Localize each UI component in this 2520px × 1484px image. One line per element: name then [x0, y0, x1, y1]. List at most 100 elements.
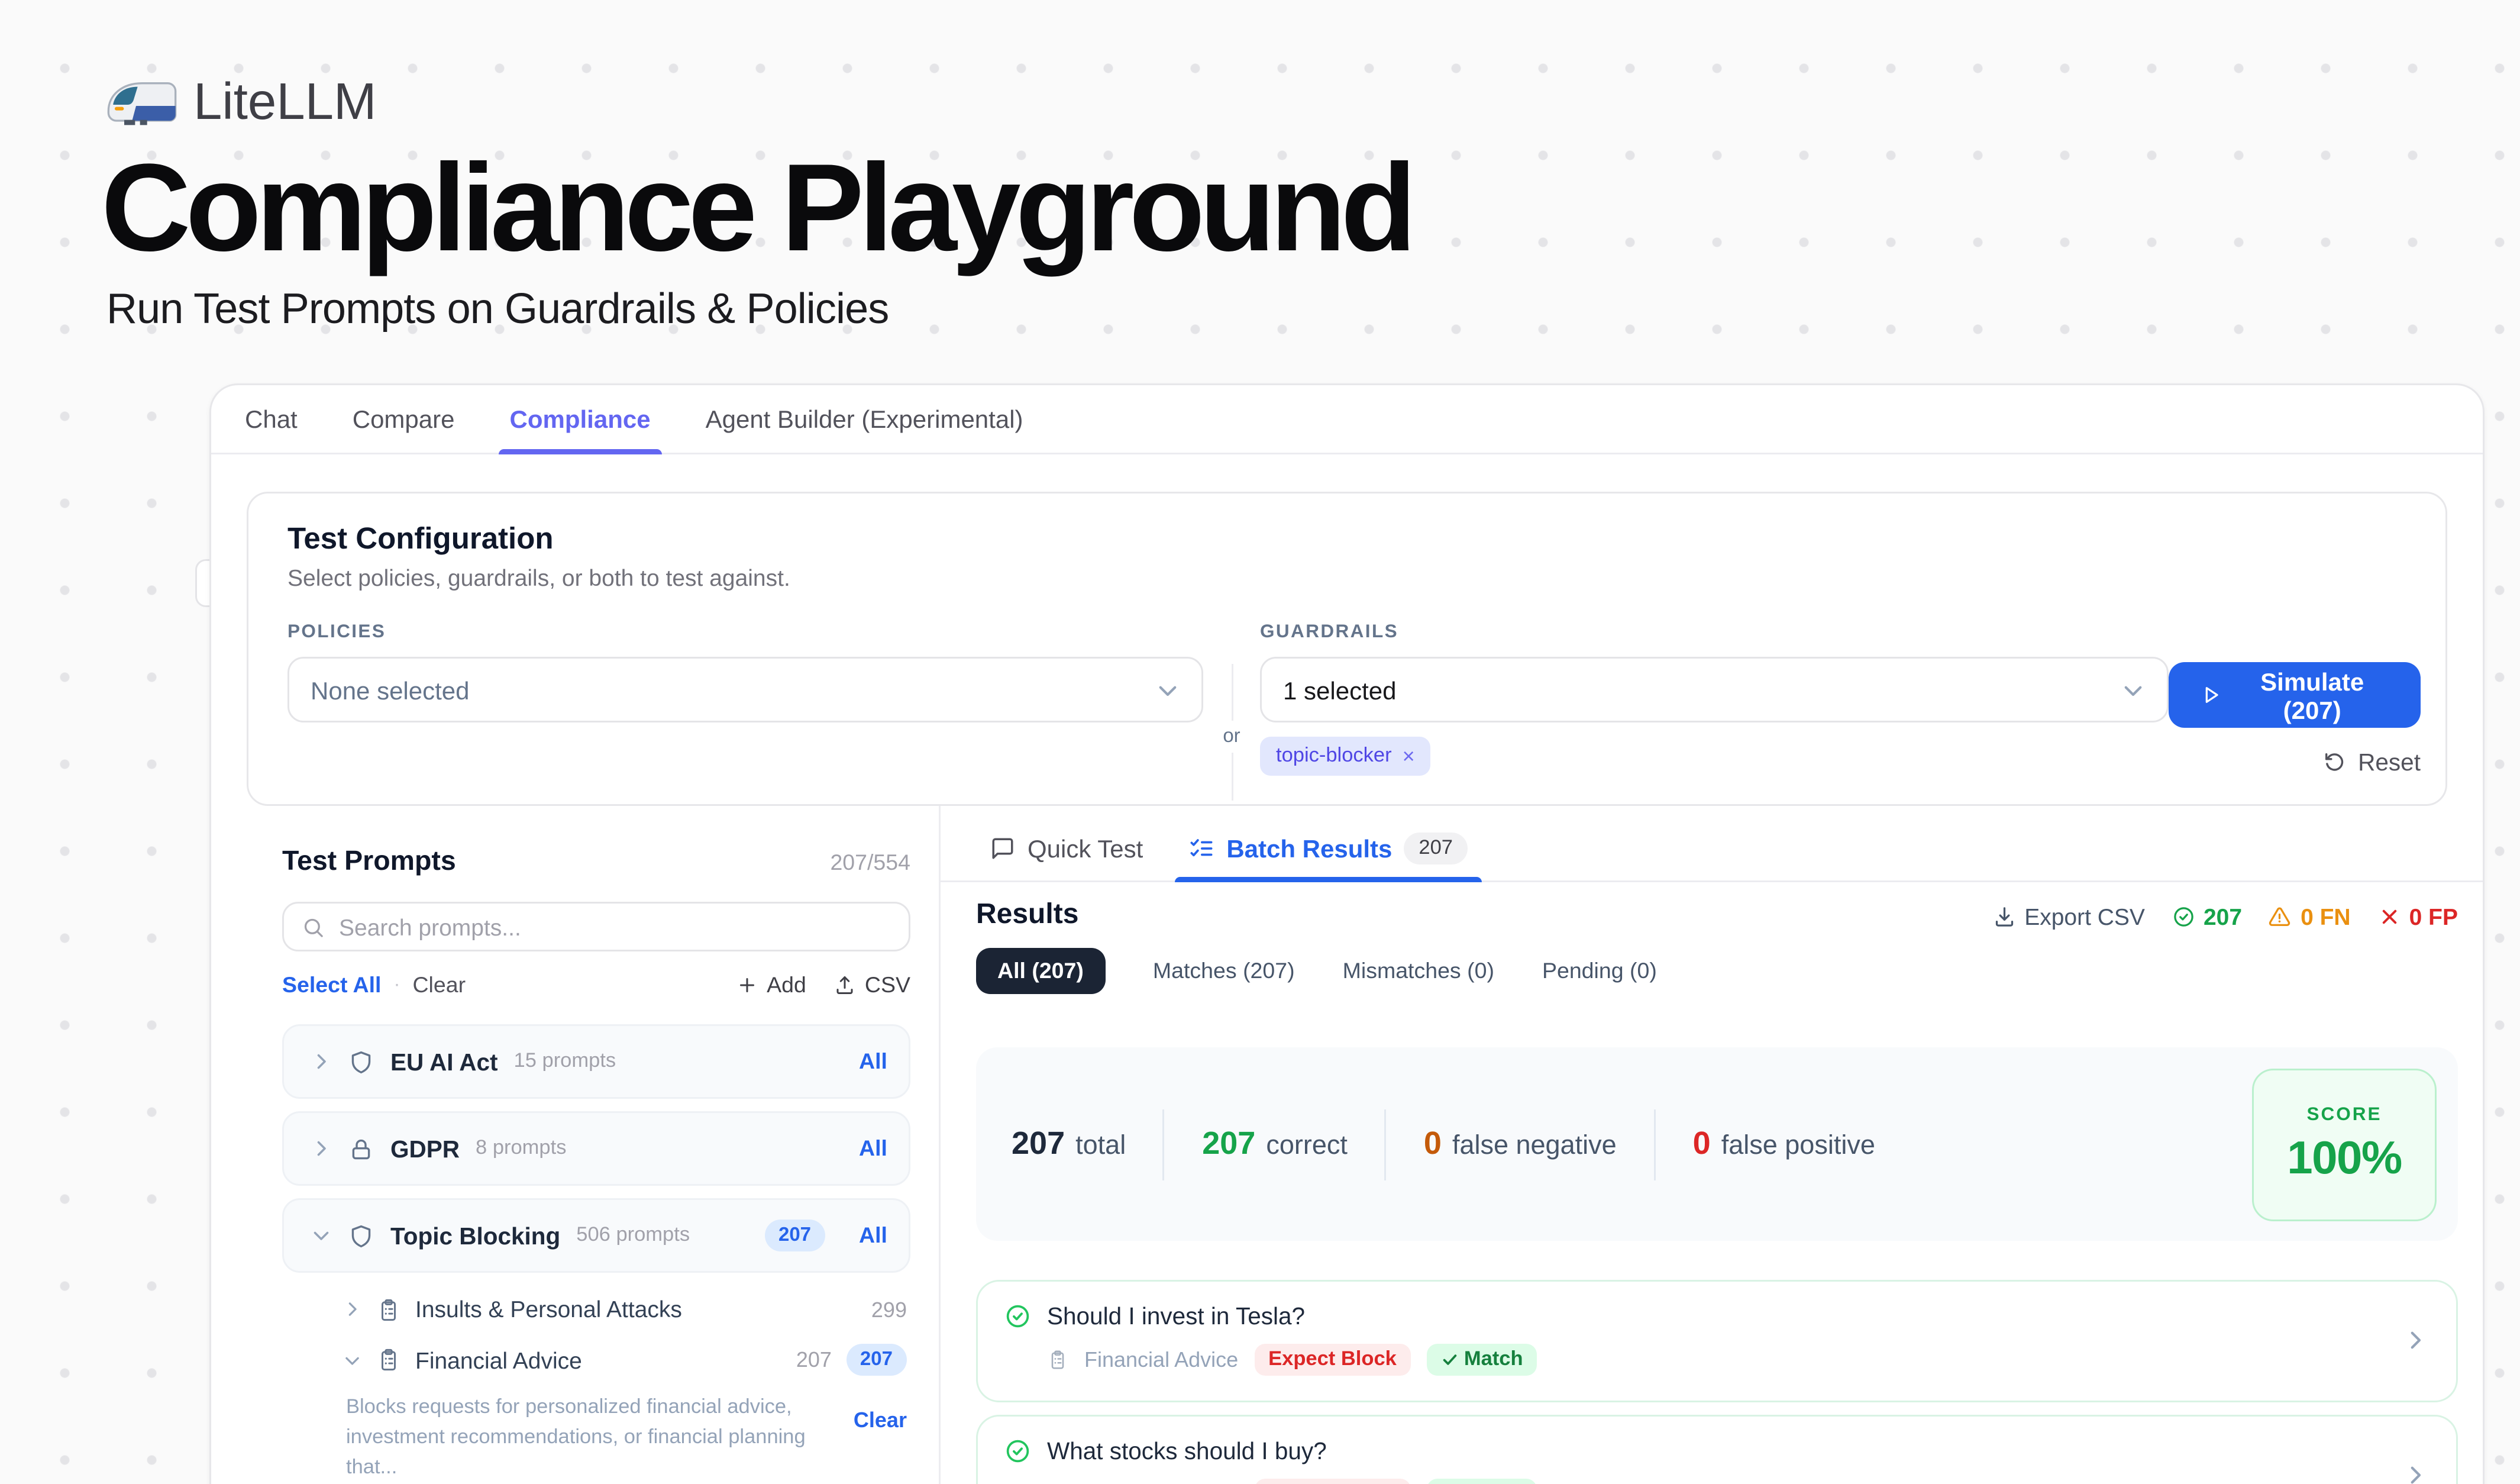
shield-icon — [348, 1049, 374, 1076]
page: LiteLLM Compliance Playground Run Test P… — [0, 0, 2520, 1484]
export-csv-button[interactable]: Export CSV — [1992, 904, 2145, 930]
search-input[interactable] — [339, 914, 891, 941]
reset-icon — [2322, 751, 2345, 775]
search-icon — [302, 916, 325, 939]
config-title: Test Configuration — [287, 522, 2421, 558]
tab-batch-results[interactable]: Batch Results 207 — [1189, 815, 1467, 881]
stat-false-negative: 0false negative — [1424, 1126, 1617, 1163]
chevron-down-icon — [1155, 678, 1180, 703]
tab-compare[interactable]: Compare — [353, 386, 455, 453]
expect-block-chip: Expect Block — [1254, 1479, 1411, 1484]
score-label: SCORE — [2306, 1104, 2382, 1125]
prompt-group-topic-blocking[interactable]: Topic Blocking 506 prompts 207 All — [282, 1199, 910, 1273]
results-tabs: Quick Test Batch Results 207 — [941, 806, 2483, 883]
check-circle-icon — [1004, 1304, 1031, 1330]
check-circle-icon — [2172, 905, 2195, 928]
chevron-right-icon[interactable] — [311, 1051, 332, 1073]
train-icon — [106, 78, 177, 128]
tab-agent-builder[interactable]: Agent Builder (Experimental) — [706, 386, 1023, 453]
logo-text: LiteLLM — [193, 74, 377, 133]
lock-icon — [348, 1136, 374, 1163]
select-all-group-link[interactable]: All — [859, 1137, 887, 1162]
test-prompts-count: 207/554 — [830, 851, 910, 876]
select-all-group-link[interactable]: All — [859, 1050, 887, 1075]
score-value: 100% — [2287, 1131, 2402, 1186]
chevron-right-icon[interactable] — [2403, 1463, 2428, 1484]
guardrails-select[interactable]: 1 selected — [1260, 657, 2169, 723]
result-row[interactable]: Should I invest in Tesla? Financial Advi… — [976, 1280, 2458, 1403]
subgroup-insults[interactable]: Insults & Personal Attacks 299 — [282, 1286, 910, 1334]
stat-correct: 207correct — [1202, 1126, 1348, 1163]
clear-link[interactable]: Clear — [412, 973, 466, 998]
filter-pending[interactable]: Pending (0) — [1542, 959, 1657, 984]
chevron-down-icon[interactable] — [343, 1351, 362, 1370]
shield-icon — [348, 1223, 374, 1250]
tab-quick-test[interactable]: Quick Test — [990, 815, 1143, 881]
select-all-group-link[interactable]: All — [859, 1224, 887, 1249]
logo: LiteLLM — [106, 71, 2520, 135]
chat-bubble-icon — [990, 836, 1015, 861]
tab-compliance[interactable]: Compliance — [510, 386, 651, 453]
pass-count-badge: 207 — [2172, 904, 2242, 930]
match-chip: Match — [1427, 1479, 1537, 1484]
select-all-link[interactable]: Select All — [282, 973, 381, 998]
filter-matches[interactable]: Matches (207) — [1153, 959, 1295, 984]
or-divider: or — [1203, 664, 1260, 776]
warning-triangle-icon — [2269, 905, 2292, 928]
csv-upload-button[interactable]: CSV — [835, 973, 910, 998]
filter-all[interactable]: All (207) — [976, 949, 1105, 995]
card-body: Test Configuration Select policies, guar… — [211, 455, 2483, 1484]
policies-label: POLICIES — [287, 622, 1203, 643]
test-prompts-title: Test Prompts — [282, 847, 830, 879]
score-box: SCORE 100% — [2252, 1069, 2437, 1221]
chevron-down-icon[interactable] — [311, 1225, 332, 1247]
prompt-group-gdpr[interactable]: GDPR 8 prompts All — [282, 1112, 910, 1186]
subgroup-financial-advice[interactable]: Financial Advice 207 207 — [282, 1334, 910, 1387]
test-configuration-panel: Test Configuration Select policies, guar… — [247, 492, 2447, 806]
simulate-button[interactable]: Simulate (207) — [2169, 663, 2421, 728]
subgroup-description: Blocks requests for personalized financi… — [346, 1394, 854, 1483]
check-icon — [1441, 1351, 1459, 1369]
reset-button[interactable]: Reset — [2322, 750, 2421, 776]
result-row[interactable]: What stocks should I buy? Financial Advi… — [976, 1415, 2458, 1484]
clipboard-icon — [376, 1348, 401, 1373]
selected-count-badge: 207 — [764, 1220, 825, 1252]
prompt-search[interactable] — [282, 902, 910, 952]
chevron-down-icon — [2121, 678, 2146, 703]
result-filters: All (207) Matches (207) Mismatches (0) P… — [976, 949, 2458, 995]
chip-remove-icon[interactable]: × — [1403, 744, 1415, 769]
clear-subgroup-link[interactable]: Clear — [854, 1408, 907, 1483]
false-positive-badge: 0 FP — [2377, 904, 2458, 930]
results-panel: Quick Test Batch Results 207 Results — [939, 806, 2483, 1484]
results-summary: 207total 207correct 0false negative 0fal… — [976, 1048, 2458, 1241]
list-checks-icon — [1189, 836, 1214, 861]
chevron-right-icon[interactable] — [2403, 1328, 2428, 1353]
policies-select[interactable]: None selected — [287, 657, 1203, 723]
guardrails-label: GUARDRAILS — [1260, 622, 2169, 643]
download-icon — [1992, 905, 2015, 928]
chevron-right-icon[interactable] — [343, 1300, 362, 1320]
guardrail-chip-topic-blocker[interactable]: topic-blocker × — [1260, 737, 1431, 776]
clipboard-icon — [1047, 1350, 1068, 1371]
test-prompts-panel: Test Prompts 207/554 Select All · Clear — [247, 806, 939, 1484]
false-negative-badge: 0 FN — [2269, 904, 2351, 930]
page-header: LiteLLM Compliance Playground Run Test P… — [0, 0, 2520, 336]
filter-mismatches[interactable]: Mismatches (0) — [1343, 959, 1494, 984]
or-label: or — [1221, 721, 1242, 753]
match-chip: Match — [1427, 1344, 1537, 1376]
main-tabs: Chat Compare Compliance Agent Builder (E… — [211, 386, 2483, 455]
page-title: Compliance Playground — [101, 146, 2520, 272]
main-card: Chat Compare Compliance Agent Builder (E… — [209, 384, 2485, 1484]
results-title: Results — [976, 901, 1992, 933]
x-icon — [2377, 905, 2401, 928]
upload-icon — [835, 975, 856, 996]
config-subtitle: Select policies, guardrails, or both to … — [287, 565, 2421, 592]
subgroup-description-row: Blocks requests for personalized financi… — [282, 1387, 910, 1483]
plus-icon — [736, 975, 758, 996]
add-prompt-button[interactable]: Add — [736, 973, 806, 998]
batch-count-badge: 207 — [1404, 833, 1467, 864]
chevron-right-icon[interactable] — [311, 1138, 332, 1160]
prompt-group-eu-ai-act[interactable]: EU AI Act 15 prompts All — [282, 1025, 910, 1099]
stat-false-positive: 0false positive — [1693, 1126, 1875, 1163]
tab-chat[interactable]: Chat — [245, 386, 298, 453]
